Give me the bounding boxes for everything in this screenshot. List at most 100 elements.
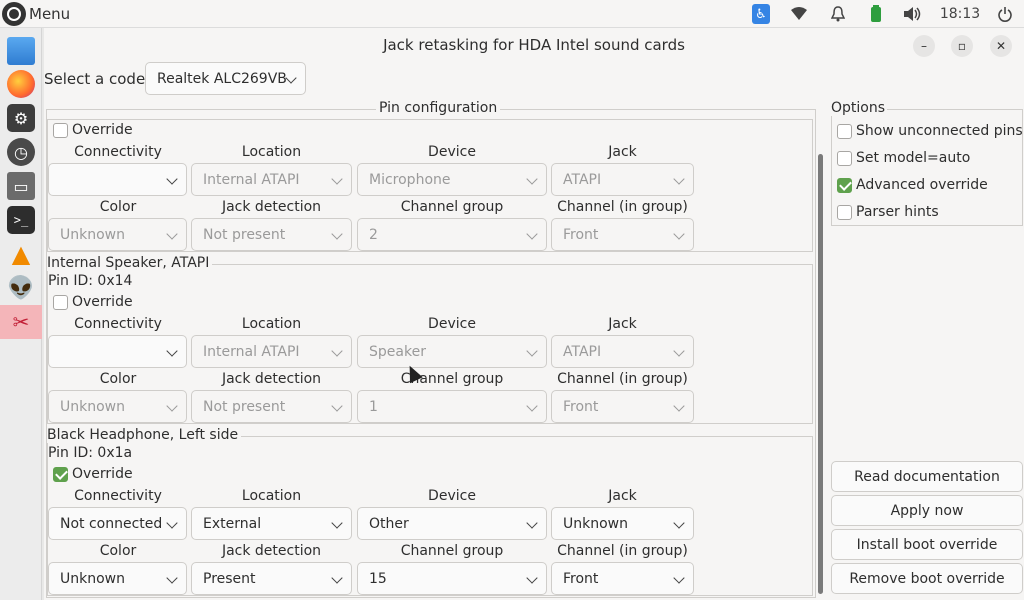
device-select-2[interactable]: Other: [357, 507, 547, 540]
chevron-down-icon: [166, 572, 178, 584]
menu-button[interactable]: Menu: [29, 5, 70, 23]
color-select-1[interactable]: Unknown: [48, 390, 187, 423]
ubuntu-logo-icon[interactable]: [2, 2, 26, 26]
header-jack: Jack: [608, 488, 637, 504]
minimize-icon[interactable]: –: [913, 35, 935, 57]
chevron-down-icon: [673, 400, 685, 412]
color-select-0[interactable]: Unknown: [48, 218, 187, 251]
chevron-down-icon: [526, 228, 538, 240]
jack-select-0[interactable]: ATAPI: [551, 163, 694, 196]
clock[interactable]: 18:13: [940, 3, 980, 25]
jack-detection-select-0[interactable]: Not present: [191, 218, 352, 251]
terminal-icon[interactable]: >_: [0, 203, 42, 237]
maximize-icon[interactable]: ▫: [951, 35, 973, 57]
chevron-down-icon: [166, 228, 178, 240]
power-icon[interactable]: [994, 3, 1016, 25]
chevron-down-icon: [331, 517, 343, 529]
override-checkbox-2[interactable]: [53, 467, 68, 482]
header-color: Color: [99, 199, 137, 215]
location-value: Internal ATAPI: [203, 343, 300, 360]
accessibility-icon[interactable]: ♿: [752, 4, 770, 24]
location-select-1[interactable]: Internal ATAPI: [191, 335, 352, 368]
header-jack-detection: Jack detection: [221, 199, 322, 215]
override-checkbox-1[interactable]: [53, 295, 68, 310]
header-channel-in-group: Channel (in group): [557, 199, 688, 215]
jack-detection-select-2[interactable]: Present: [191, 562, 352, 595]
wifi-icon[interactable]: [788, 3, 810, 25]
chevron-down-icon: [673, 228, 685, 240]
advanced-override-checkbox[interactable]: [837, 178, 852, 193]
header-channel-in-group: Channel (in group): [557, 371, 688, 387]
chevron-down-icon: [526, 400, 538, 412]
set-model-auto-checkbox[interactable]: [837, 151, 852, 166]
advanced-override-label: Advanced override: [856, 177, 988, 193]
chevron-down-icon: [331, 173, 343, 185]
chevron-down-icon: [673, 517, 685, 529]
header-channel-group: Channel group: [400, 371, 504, 387]
device-select-1[interactable]: Speaker: [357, 335, 547, 368]
header-device: Device: [428, 316, 476, 332]
close-icon[interactable]: ✕: [990, 35, 1012, 57]
header-location: Location: [241, 488, 302, 504]
channel-in-group-select-2[interactable]: Front: [551, 562, 694, 595]
override-label-2: Override: [72, 466, 133, 482]
jack-retask-icon[interactable]: ✂: [0, 305, 42, 339]
device-value: Other: [369, 515, 409, 532]
dock: ⚙ ◷ ▭ >_ ▲ 👽 ✂: [0, 28, 42, 600]
connectivity-value: Not connected: [60, 515, 163, 532]
volume-icon[interactable]: [902, 3, 924, 25]
chevron-down-icon: [673, 345, 685, 357]
connectivity-select-2[interactable]: Not connected: [48, 507, 187, 540]
clock-icon[interactable]: ◷: [0, 135, 42, 169]
parser-hints-checkbox[interactable]: [837, 205, 852, 220]
header-device: Device: [428, 144, 476, 160]
header-jack-detection: Jack detection: [221, 543, 322, 559]
set-model-auto-label: Set model=auto: [856, 150, 971, 166]
header-color: Color: [99, 543, 137, 559]
desktop-icon[interactable]: [0, 34, 42, 68]
codec-label: Select a codec:: [44, 70, 159, 88]
files-icon[interactable]: ▭: [0, 169, 42, 203]
channel-group-value: 1: [369, 398, 378, 415]
location-select-2[interactable]: External: [191, 507, 352, 540]
location-select-0[interactable]: Internal ATAPI: [191, 163, 352, 196]
firefox-icon[interactable]: [0, 67, 42, 101]
apply-now-button[interactable]: Apply now: [831, 495, 1023, 526]
remove-boot-override-button[interactable]: Remove boot override: [831, 563, 1023, 594]
bell-icon[interactable]: [828, 3, 848, 25]
header-jack-detection: Jack detection: [221, 371, 322, 387]
channel-in-group-select-1[interactable]: Front: [551, 390, 694, 423]
header-location: Location: [241, 316, 302, 332]
channel-in-group-value: Front: [563, 570, 599, 587]
color-select-2[interactable]: Unknown: [48, 562, 187, 595]
install-boot-override-button[interactable]: Install boot override: [831, 529, 1023, 560]
jack-select-2[interactable]: Unknown: [551, 507, 694, 540]
channel-group-select-2[interactable]: 15: [357, 562, 547, 595]
chevron-down-icon: [526, 345, 538, 357]
scrollbar[interactable]: [818, 154, 823, 594]
show-unconnected-checkbox[interactable]: [837, 124, 852, 139]
pin-id-1: Pin ID: 0x14: [48, 273, 133, 289]
section-title-1: Internal Speaker, ATAPI: [47, 255, 213, 271]
battery-icon[interactable]: [866, 3, 886, 25]
header-device: Device: [428, 488, 476, 504]
connectivity-select-1[interactable]: [48, 335, 187, 368]
read-documentation-button[interactable]: Read documentation: [831, 461, 1023, 492]
jack-detection-select-1[interactable]: Not present: [191, 390, 352, 423]
connectivity-select-0[interactable]: [48, 163, 187, 196]
channel-in-group-select-0[interactable]: Front: [551, 218, 694, 251]
settings-icon[interactable]: ⚙: [0, 101, 42, 135]
channel-group-select-1[interactable]: 1: [357, 390, 547, 423]
chevron-down-icon: [331, 400, 343, 412]
jack-select-1[interactable]: ATAPI: [551, 335, 694, 368]
alien-icon[interactable]: 👽: [0, 271, 42, 305]
vlc-icon[interactable]: ▲: [0, 237, 42, 271]
chevron-down-icon: [526, 517, 538, 529]
override-checkbox-0[interactable]: [53, 123, 68, 138]
channel-group-select-0[interactable]: 2: [357, 218, 547, 251]
chevron-down-icon: [331, 345, 343, 357]
channel-in-group-value: Front: [563, 398, 599, 415]
codec-select[interactable]: Realtek ALC269VB: [145, 62, 306, 95]
device-select-0[interactable]: Microphone: [357, 163, 547, 196]
device-value: Speaker: [369, 343, 426, 360]
